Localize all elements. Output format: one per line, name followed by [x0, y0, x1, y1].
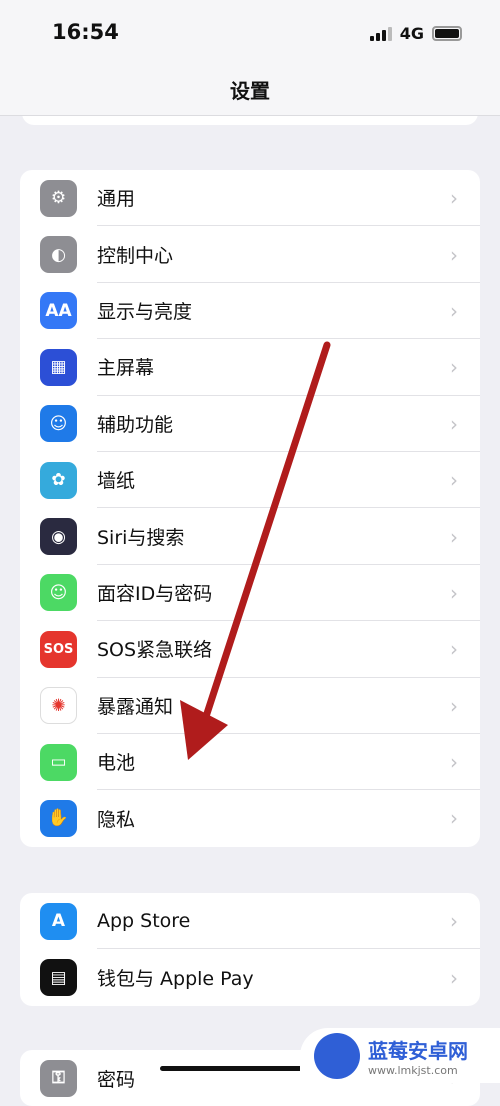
settings-group: A App Store › ▤ 钱包与 Apple Pay ›	[20, 893, 480, 1006]
chevron-right-icon: ›	[450, 580, 458, 605]
settings-row-label: 控制中心	[97, 226, 480, 283]
settings-row-label: App Store	[97, 893, 480, 950]
settings-row-label: 辅助功能	[97, 396, 480, 452]
settings-group: ⚙ 通用 › ◐ 控制中心 › AA 显示与亮度 › ▦ 主屏幕 › ☺ 辅助功能 › ✿ 墙纸 › ◉ Siri与搜…	[20, 170, 480, 847]
chevron-right-icon: ›	[450, 355, 458, 380]
face-id-icon: ☺	[40, 574, 77, 612]
battery-status-icon	[432, 26, 462, 41]
watermark-name: 蓝莓安卓网	[368, 1038, 468, 1063]
battery-icon: ▭	[40, 743, 77, 781]
text-size-icon: AA	[40, 292, 77, 330]
settings-row-label: 通用	[97, 170, 480, 227]
chevron-right-icon: ›	[450, 298, 458, 323]
settings-row[interactable]: ✺ 暴露通知 ›	[20, 678, 480, 734]
chevron-right-icon: ›	[450, 186, 458, 211]
status-bar: 16:54 4G 设置	[0, 0, 500, 116]
settings-row[interactable]: A App Store ›	[20, 893, 480, 950]
wallpaper-flower-icon: ✿	[40, 461, 77, 499]
chevron-right-icon: ›	[450, 806, 458, 831]
watermark-url: www.lmkjst.com	[368, 1063, 458, 1077]
chevron-right-icon: ›	[450, 693, 458, 718]
settings-row[interactable]: ☺ 面容ID与密码 ›	[20, 565, 480, 622]
settings-row[interactable]: ◐ 控制中心 ›	[20, 226, 480, 283]
settings-row[interactable]: ◉ Siri与搜索 ›	[20, 508, 480, 565]
settings-row[interactable]: ▦ 主屏幕 ›	[20, 339, 480, 396]
chevron-right-icon: ›	[450, 468, 458, 493]
key-icon: ⚿	[40, 1059, 77, 1097]
settings-row[interactable]: ✋ 隐私 ›	[20, 790, 480, 846]
settings-row[interactable]: ☺ 辅助功能 ›	[20, 396, 480, 452]
chevron-right-icon: ›	[450, 242, 458, 267]
network-label: 4G	[399, 24, 424, 43]
settings-row-label: 面容ID与密码	[97, 565, 480, 622]
settings-row[interactable]: SOS SOS紧急联络 ›	[20, 621, 480, 678]
chevron-right-icon: ›	[450, 411, 458, 436]
toggles-icon: ◐	[40, 236, 77, 274]
watermark: 蓝莓安卓网 www.lmkjst.com	[300, 1028, 500, 1083]
chevron-right-icon: ›	[450, 750, 458, 775]
signal-icon	[369, 26, 392, 41]
settings-row-label: 主屏幕	[97, 339, 480, 396]
settings-row-label: 墙纸	[97, 452, 480, 509]
chevron-right-icon: ›	[450, 637, 458, 662]
settings-row[interactable]: ⚙ 通用 ›	[20, 170, 480, 227]
settings-row-label: 电池	[97, 734, 480, 791]
page-title: 设置	[230, 79, 270, 103]
chevron-right-icon: ›	[450, 524, 458, 549]
settings-row-label: 隐私	[97, 808, 136, 831]
home-screen-icon: ▦	[40, 348, 77, 386]
chevron-right-icon: ›	[450, 909, 458, 934]
settings-row-label: 钱包与 Apple Pay	[97, 968, 254, 991]
app-store-icon: A	[40, 902, 77, 940]
clock: 16:54	[52, 20, 119, 44]
watermark-logo-icon	[314, 1032, 360, 1079]
hand-icon: ✋	[40, 799, 77, 837]
settings-row[interactable]: ▤ 钱包与 Apple Pay ›	[20, 949, 480, 1005]
exposure-icon: ✺	[40, 687, 77, 725]
chevron-right-icon: ›	[450, 965, 458, 990]
wallet-icon: ▤	[40, 959, 77, 997]
gear-icon: ⚙	[40, 179, 77, 217]
settings-row-label: 显示与亮度	[97, 283, 480, 340]
settings-row-label: 暴露通知	[97, 678, 480, 734]
settings-row-label: Siri与搜索	[97, 508, 480, 565]
settings-row[interactable]: ✿ 墙纸 ›	[20, 452, 480, 509]
siri-icon: ◉	[40, 518, 77, 556]
accessibility-icon: ☺	[40, 405, 77, 443]
settings-row-label: SOS紧急联络	[97, 621, 480, 678]
status-icons: 4G	[369, 24, 462, 43]
sos-icon: SOS	[40, 630, 77, 668]
settings-row[interactable]: AA 显示与亮度 ›	[20, 283, 480, 340]
settings-row[interactable]: ▭ 电池 ›	[20, 734, 480, 791]
